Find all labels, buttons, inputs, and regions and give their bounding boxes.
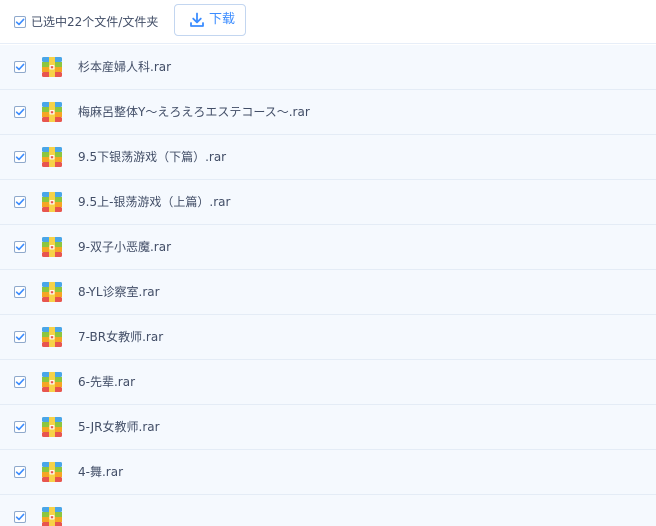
file-row[interactable] — [0, 495, 656, 526]
file-row[interactable]: 8-YL诊察室.rar — [0, 270, 656, 315]
file-row[interactable]: 9.5下银荡游戏（下篇）.rar — [0, 135, 656, 180]
checkmark-icon — [15, 18, 25, 26]
file-name: 9.5下银荡游戏（下篇）.rar — [78, 150, 227, 164]
file-row[interactable]: 6-先辈.rar — [0, 360, 656, 405]
checkmark-icon — [15, 63, 25, 71]
selection-count-label: 已选中22个文件/文件夹 — [31, 15, 159, 29]
checkmark-icon — [15, 288, 25, 296]
rar-archive-icon — [42, 192, 62, 212]
file-row[interactable]: 7-BR女教师.rar — [0, 315, 656, 360]
checkmark-icon — [15, 243, 25, 251]
file-checkbox[interactable] — [14, 151, 26, 163]
selection-toolbar: 已选中22个文件/文件夹 下载 — [0, 0, 656, 44]
file-name: 9-双子小恶魔.rar — [78, 240, 172, 254]
file-row[interactable]: 4-舞.rar — [0, 450, 656, 495]
rar-archive-icon — [42, 57, 62, 77]
file-name: 4-舞.rar — [78, 465, 124, 479]
file-list-page: 已选中22个文件/文件夹 下载 杉本産婦人科.rar 梅麻呂整体Y～えろえろエス… — [0, 0, 656, 526]
file-name: 杉本産婦人科.rar — [78, 60, 172, 74]
rar-archive-icon — [42, 462, 62, 482]
rar-archive-icon — [42, 282, 62, 302]
file-checkbox[interactable] — [14, 106, 26, 118]
select-all-checkbox[interactable] — [14, 16, 26, 28]
file-row[interactable]: 9-双子小恶魔.rar — [0, 225, 656, 270]
rar-archive-icon — [42, 372, 62, 392]
file-row[interactable]: 5-JR女教师.rar — [0, 405, 656, 450]
checkmark-icon — [15, 198, 25, 206]
rar-archive-icon — [42, 417, 62, 437]
download-button[interactable]: 下载 — [174, 4, 246, 36]
checkmark-icon — [15, 468, 25, 476]
file-name: 9.5上-银荡游戏（上篇）.rar — [78, 195, 231, 209]
checkmark-icon — [15, 378, 25, 386]
rar-archive-icon — [42, 507, 62, 526]
file-checkbox[interactable] — [14, 61, 26, 73]
file-checkbox[interactable] — [14, 421, 26, 433]
file-checkbox[interactable] — [14, 331, 26, 343]
checkmark-icon — [15, 153, 25, 161]
file-name: 5-JR女教师.rar — [78, 420, 160, 434]
download-button-label: 下载 — [209, 12, 236, 27]
download-icon — [190, 12, 204, 27]
rar-archive-icon — [42, 102, 62, 122]
checkmark-icon — [15, 333, 25, 341]
checkmark-icon — [15, 513, 25, 521]
file-name: 8-YL诊察室.rar — [78, 285, 160, 299]
checkmark-icon — [15, 108, 25, 116]
rar-archive-icon — [42, 147, 62, 167]
checkmark-icon — [15, 423, 25, 431]
file-checkbox[interactable] — [14, 241, 26, 253]
file-name: 7-BR女教师.rar — [78, 330, 164, 344]
file-name: 6-先辈.rar — [78, 375, 136, 389]
file-name: 梅麻呂整体Y～えろえろエステコース～.rar — [78, 105, 310, 119]
file-checkbox[interactable] — [14, 286, 26, 298]
rar-archive-icon — [42, 327, 62, 347]
rar-archive-icon — [42, 237, 62, 257]
file-row[interactable]: 杉本産婦人科.rar — [0, 45, 656, 90]
file-checkbox[interactable] — [14, 376, 26, 388]
file-checkbox[interactable] — [14, 196, 26, 208]
file-row[interactable]: 9.5上-银荡游戏（上篇）.rar — [0, 180, 656, 225]
file-list: 杉本産婦人科.rar 梅麻呂整体Y～えろえろエステコース～.rar 9.5下银荡… — [0, 45, 656, 526]
file-row[interactable]: 梅麻呂整体Y～えろえろエステコース～.rar — [0, 90, 656, 135]
file-checkbox[interactable] — [14, 466, 26, 478]
file-checkbox[interactable] — [14, 511, 26, 523]
